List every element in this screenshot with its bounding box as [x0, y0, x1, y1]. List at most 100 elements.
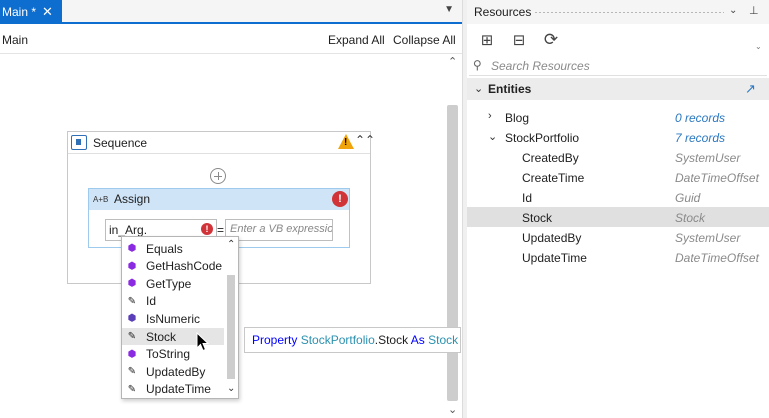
- intellisense-item-label: UpdatedBy: [146, 364, 206, 379]
- tree-row-name: Blog: [505, 111, 530, 125]
- chevron-down-icon[interactable]: ⌄: [474, 82, 483, 95]
- property-wrench-icon: ✎: [127, 383, 137, 395]
- record-count-link[interactable]: 7 records: [675, 131, 725, 145]
- resources-pane: Resources ⌄ ⊥ ⊞ ⊟ ⟳ ⌄ ⚲ ⌄ Entities ↗ › Bl…: [467, 0, 769, 418]
- collapse-all-button[interactable]: Collapse All: [393, 33, 456, 47]
- tree-row[interactable]: Stock Stock: [467, 207, 769, 227]
- close-icon[interactable]: ✕: [42, 5, 53, 18]
- property-wrench-icon: ✎: [127, 295, 137, 307]
- add-activity-icon[interactable]: [210, 168, 226, 184]
- expand-all-icon[interactable]: ⊞: [477, 30, 497, 50]
- chevron-up-icon[interactable]: ⌃: [227, 239, 235, 250]
- method-cube-icon: ⬢: [127, 260, 137, 272]
- tooltip-type: StockPortfolio: [300, 333, 375, 347]
- assign-value-field[interactable]: Enter a VB expression: [225, 219, 333, 241]
- intellisense-item[interactable]: ✎ UpdateTime: [122, 381, 224, 398]
- sequence-header: Sequence ! ⌃⌃: [68, 132, 375, 154]
- scrollbar-thumb[interactable]: [447, 105, 458, 401]
- property-wrench-icon: ✎: [127, 331, 137, 342]
- open-external-icon[interactable]: ↗: [745, 81, 756, 97]
- intellisense-item-label: UpdateTime: [146, 382, 211, 397]
- breadcrumb-bar: Main Expand All Collapse All: [0, 26, 462, 54]
- sequence-title: Sequence: [93, 136, 148, 150]
- tree-row[interactable]: › Blog 0 records: [467, 107, 769, 127]
- sequence-icon: [71, 135, 87, 150]
- chevron-down-icon[interactable]: ⌄: [755, 42, 762, 51]
- tree-row-type: SystemUser: [675, 231, 741, 245]
- intellisense-scroll-thumb[interactable]: [227, 275, 235, 379]
- tree-row-type: DateTimeOffset: [675, 171, 759, 185]
- assign-icon: A+B: [93, 195, 109, 204]
- record-count-link[interactable]: 0 records: [675, 111, 725, 125]
- intellisense-scrollbar[interactable]: ⌃ ⌄: [224, 237, 238, 398]
- intellisense-item-label: IsNumeric: [146, 311, 201, 326]
- warning-symbol: !: [344, 137, 348, 148]
- tree-row[interactable]: Id Guid: [467, 187, 769, 207]
- tree-row[interactable]: CreatedBy SystemUser: [467, 147, 769, 167]
- search-input[interactable]: [491, 57, 761, 75]
- warning-icon[interactable]: !: [338, 134, 354, 149]
- assign-header: A+B Assign !: [89, 189, 349, 210]
- tree-row-type: SystemUser: [675, 151, 741, 165]
- tree-row-name: Stock: [522, 211, 553, 225]
- resources-title: Resources: [474, 5, 532, 19]
- pin-icon[interactable]: ⊥: [749, 4, 759, 17]
- intellisense-item[interactable]: ⬢ GetHashCode: [122, 258, 224, 275]
- tree-row-name: UpdateTime: [522, 251, 587, 265]
- designer-pane: Main * ✕ ▼ Main Expand All Collapse All …: [0, 0, 462, 418]
- breadcrumb[interactable]: Main: [2, 33, 28, 47]
- intellisense-item-label: Stock: [146, 329, 177, 344]
- tree-row[interactable]: CreateTime DateTimeOffset: [467, 167, 769, 187]
- expand-all-button[interactable]: Expand All: [328, 33, 385, 47]
- collapse-all-icon[interactable]: ⊟: [509, 30, 529, 50]
- tooltip-return-type: Stock: [428, 333, 459, 347]
- intellisense-item[interactable]: ⬢ GetType: [122, 275, 224, 292]
- entities-title: Entities: [488, 82, 532, 96]
- chevron-down-icon[interactable]: ⌄: [729, 5, 737, 16]
- tab-main-label: Main *: [2, 5, 37, 19]
- tree-row-name: UpdatedBy: [522, 231, 582, 245]
- mouse-cursor-icon: [196, 332, 210, 352]
- member-tooltip: Property StockPortfolio.Stock As Stock: [244, 327, 461, 353]
- tree-row-type: Stock: [675, 211, 706, 225]
- field-error-icon[interactable]: !: [201, 223, 213, 235]
- document-tabstrip: Main * ✕ ▼: [0, 0, 462, 24]
- entities-section-header[interactable]: ⌄ Entities ↗: [467, 78, 769, 100]
- intellisense-item-label: ToString: [146, 347, 191, 362]
- tree-row[interactable]: UpdatedBy SystemUser: [467, 227, 769, 247]
- intellisense-item[interactable]: ⬢ Equals: [122, 240, 224, 257]
- method-cube-icon: ⬢: [127, 348, 137, 360]
- intellisense-item[interactable]: ✎ UpdatedBy: [122, 363, 224, 380]
- intellisense-item[interactable]: ⬢ IsNumeric: [122, 310, 224, 327]
- chevron-down-icon[interactable]: ⌄: [227, 383, 235, 394]
- tree-row-name: CreateTime: [522, 171, 585, 185]
- tab-main[interactable]: Main * ✕: [0, 0, 62, 24]
- refresh-icon[interactable]: ⟳: [541, 30, 561, 50]
- tree-row-name: Id: [522, 191, 533, 205]
- intellisense-item[interactable]: ✎ Id: [122, 293, 224, 310]
- chevron-down-icon[interactable]: ⌄: [488, 130, 497, 143]
- tree-row-type: DateTimeOffset: [675, 251, 759, 265]
- error-icon[interactable]: !: [332, 191, 348, 207]
- intellisense-item-label: GetType: [146, 276, 192, 291]
- tooltip-keyword-as: As: [410, 333, 425, 347]
- resources-toolbar: ⊞ ⊟ ⟳ ⌄: [467, 28, 769, 54]
- collapse-icon[interactable]: ⌃⌃: [355, 133, 375, 147]
- tooltip-member: .Stock: [374, 333, 409, 347]
- intellisense-item-label: GetHashCode: [146, 259, 223, 274]
- equals-sign: =: [217, 223, 225, 237]
- intellisense-dropdown[interactable]: ⬢ Equals ⬢ GetHashCode ⬢ GetType ✎ Id ⬢ IsNumeric…: [121, 236, 239, 399]
- search-box: ⚲: [469, 56, 767, 76]
- vertical-scrollbar[interactable]: ⌃ ⌄: [444, 55, 462, 418]
- tree-row-name: StockPortfolio: [505, 131, 580, 145]
- scroll-down-icon[interactable]: ⌄: [448, 403, 457, 416]
- scroll-up-icon[interactable]: ⌃: [448, 55, 457, 68]
- chevron-right-icon[interactable]: ›: [488, 110, 492, 122]
- tree-row[interactable]: ⌄ StockPortfolio 7 records: [467, 127, 769, 147]
- tree-row[interactable]: UpdateTime DateTimeOffset: [467, 247, 769, 267]
- panel-grip[interactable]: [534, 11, 724, 14]
- intellisense-item-label: Equals: [146, 241, 183, 256]
- chevron-down-icon[interactable]: ▼: [444, 4, 454, 15]
- search-icon: ⚲: [473, 58, 482, 72]
- resources-header: Resources ⌄ ⊥: [467, 0, 769, 24]
